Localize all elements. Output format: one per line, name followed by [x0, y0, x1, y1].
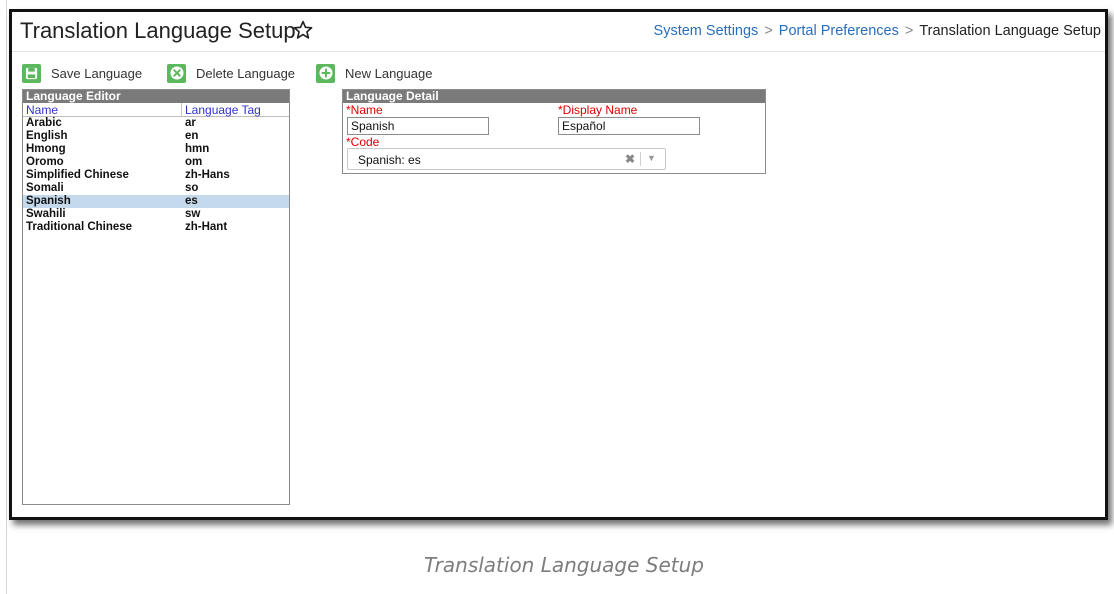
clear-x-icon[interactable]: ✖ [625, 152, 635, 166]
language-detail-panel: Language Detail *Name *Display Name *Cod… [342, 89, 766, 174]
language-name-cell: Hmong [26, 143, 66, 155]
circle-plus-icon [316, 63, 335, 83]
figure-caption: Translation Language Setup [424, 553, 704, 577]
code-select-value: Spanish: es [358, 153, 421, 167]
language-name-cell: Somali [26, 182, 64, 194]
language-name-cell: Oromo [26, 156, 64, 168]
table-row[interactable]: English en [23, 130, 289, 143]
language-tag-cell: om [185, 156, 203, 168]
page-header: Translation Language Setup System Settin… [12, 12, 1105, 52]
breadcrumb-separator: > [764, 23, 773, 39]
language-tag-cell: hmn [185, 143, 210, 155]
display-name-input[interactable] [558, 117, 700, 135]
table-row[interactable]: Spanish es [23, 195, 289, 208]
breadcrumb-system-settings[interactable]: System Settings [654, 23, 759, 39]
code-select[interactable]: Spanish: es ✖ ▼ [347, 148, 666, 170]
circle-x-icon [167, 63, 186, 83]
language-tag-cell: so [185, 182, 199, 194]
action-toolbar: Save Language Delete Language New Langua… [22, 62, 722, 84]
new-language-button[interactable]: New Language [316, 62, 432, 84]
language-tag-cell: zh-Hant [185, 221, 228, 233]
table-row[interactable]: Hmong hmn [23, 143, 289, 156]
table-row[interactable]: Somali so [23, 182, 289, 195]
save-language-label: Save Language [51, 65, 143, 81]
select-divider [640, 152, 641, 166]
page: Translation Language Setup System Settin… [0, 0, 1114, 594]
language-name-cell: Simplified Chinese [26, 169, 129, 181]
star-outline-icon[interactable] [292, 19, 314, 41]
table-row[interactable]: Swahili sw [23, 208, 289, 221]
language-detail-title: Language Detail [343, 90, 765, 103]
breadcrumb-portal-preferences[interactable]: Portal Preferences [779, 23, 899, 39]
page-left-rule [6, 0, 7, 594]
page-title: Translation Language Setup [20, 18, 296, 43]
language-editor-title: Language Editor [23, 90, 289, 103]
delete-language-button[interactable]: Delete Language [167, 62, 295, 84]
table-row[interactable]: Arabic ar [23, 117, 289, 130]
language-editor-panel: Language Editor Name Language Tag Arabic… [22, 89, 290, 505]
column-header-name[interactable]: Name [23, 103, 181, 117]
table-row[interactable]: Oromo om [23, 156, 289, 169]
language-name-cell: English [26, 130, 68, 142]
language-tag-cell: en [185, 130, 199, 142]
code-label: *Code [346, 135, 380, 149]
column-header-language-tag[interactable]: Language Tag [181, 103, 289, 117]
language-name-cell: Arabic [26, 117, 62, 129]
breadcrumb-separator: > [904, 23, 914, 39]
display-name-label: *Display Name [558, 103, 638, 117]
save-language-button[interactable]: Save Language [22, 62, 142, 84]
chevron-down-icon[interactable]: ▼ [647, 153, 656, 163]
table-row[interactable]: Traditional Chinese zh-Hant [23, 221, 289, 234]
language-tag-cell: ar [185, 117, 196, 129]
language-editor-column-headers: Name Language Tag [23, 103, 289, 117]
table-row[interactable]: Simplified Chinese zh-Hans [23, 169, 289, 182]
name-label: *Name [346, 103, 383, 117]
app-window: Translation Language Setup System Settin… [9, 9, 1108, 520]
breadcrumb-current: Translation Language Setup [919, 23, 1101, 39]
new-language-label: New Language [345, 65, 433, 81]
language-tag-cell: es [185, 195, 198, 207]
breadcrumb: System Settings > Portal Preferences > Trans… [654, 23, 1101, 39]
language-name-cell: Swahili [26, 208, 66, 220]
floppy-disk-icon [22, 63, 41, 83]
language-tag-cell: zh-Hans [185, 169, 230, 181]
language-tag-cell: sw [185, 208, 201, 220]
delete-language-label: Delete Language [196, 65, 296, 81]
name-input[interactable] [347, 117, 489, 135]
language-list: Arabic ar English en Hmong hmn Oromo om Simplifi… [23, 117, 289, 234]
language-name-cell: Spanish [26, 195, 71, 207]
language-name-cell: Traditional Chinese [26, 221, 133, 233]
